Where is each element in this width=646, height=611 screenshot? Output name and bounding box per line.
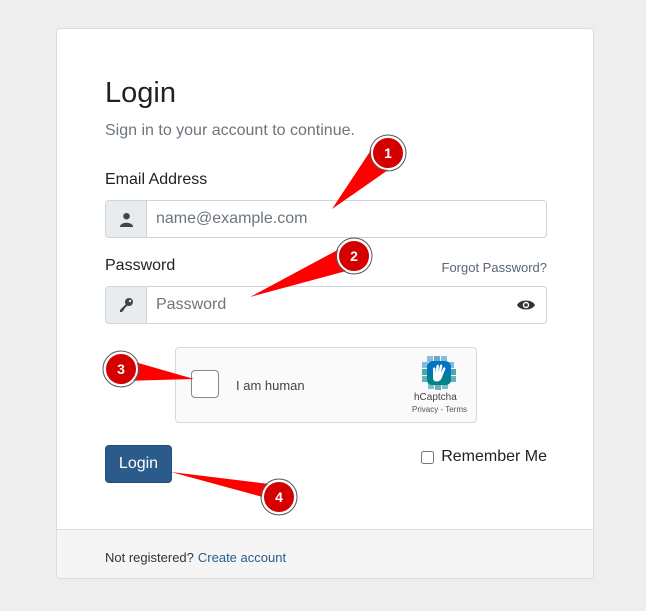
captcha-terms-link[interactable]: Terms	[445, 405, 467, 414]
email-field[interactable]	[146, 201, 546, 237]
password-label: Password	[105, 257, 176, 274]
captcha-links: Privacy - Terms	[412, 405, 467, 414]
captcha-checkbox[interactable]	[191, 370, 219, 398]
login-button[interactable]: Login	[105, 445, 172, 483]
hcaptcha-brand: hCaptcha	[414, 392, 457, 403]
password-input-group	[105, 286, 547, 324]
login-card: Login Sign in to your account to continu…	[56, 28, 594, 579]
remember-me-checkbox[interactable]	[421, 450, 435, 464]
remember-me[interactable]: Remember Me	[421, 448, 547, 466]
footer-text: Not registered? Create account	[105, 550, 286, 565]
hcaptcha-logo-icon	[422, 356, 456, 395]
remember-me-label: Remember Me	[441, 448, 547, 465]
not-registered-text: Not registered?	[105, 550, 194, 565]
captcha-privacy-link[interactable]: Privacy	[412, 405, 438, 414]
create-account-link[interactable]: Create account	[198, 550, 286, 565]
forgot-password-link[interactable]: Forgot Password?	[442, 260, 548, 275]
key-icon	[106, 287, 147, 323]
hcaptcha-widget: I am human hCaptcha Privacy - Terms	[175, 347, 477, 423]
page-title: Login	[105, 77, 176, 109]
page-subtitle: Sign in to your account to continue.	[105, 122, 355, 139]
user-icon	[106, 201, 147, 237]
email-input-group	[105, 200, 547, 238]
captcha-label: I am human	[236, 378, 305, 393]
password-field[interactable]	[146, 287, 506, 323]
email-label: Email Address	[105, 171, 208, 188]
eye-icon[interactable]	[516, 287, 536, 323]
